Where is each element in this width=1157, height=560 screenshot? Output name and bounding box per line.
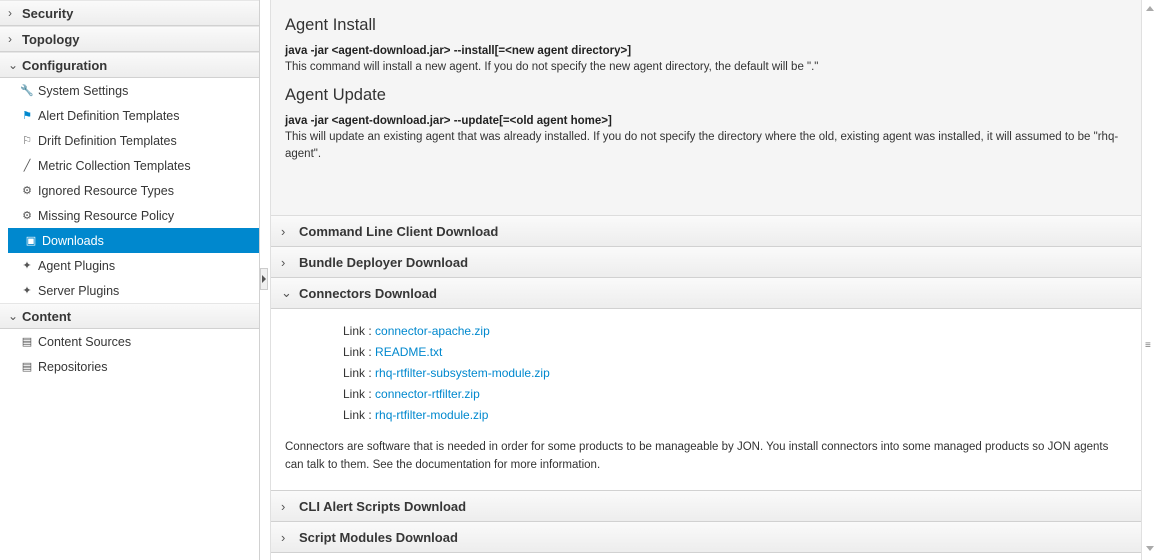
flag-icon: ⚑ xyxy=(22,110,32,122)
sidebar-item-repositories[interactable]: ▤ Repositories xyxy=(0,354,259,379)
sidebar-collapse-handle[interactable] xyxy=(260,268,268,290)
chevron-right-icon: › xyxy=(281,254,286,270)
panel-cli-alert-scripts[interactable]: › CLI Alert Scripts Download xyxy=(271,491,1141,522)
list-item: Link : rhq-rtfilter-module.zip xyxy=(343,405,1127,426)
sidebar-item-label: Agent Plugins xyxy=(38,258,116,273)
download-link-connector-apache[interactable]: connector-apache.zip xyxy=(375,324,490,338)
list-item: Link : connector-apache.zip xyxy=(343,321,1127,342)
panel-label: Command Line Client Download xyxy=(299,223,499,239)
chevron-right-icon: › xyxy=(281,498,286,514)
connectors-description: Connectors are software that is needed i… xyxy=(285,441,1109,471)
scroll-up-arrow-icon[interactable] xyxy=(1146,6,1154,11)
chevron-down-icon: ⌄ xyxy=(8,58,19,72)
wrench-icon: 🔧 xyxy=(20,85,34,97)
sidebar-item-label: Ignored Resource Types xyxy=(38,183,174,198)
sidebar-item-server-plugins[interactable]: ✦ Server Plugins xyxy=(0,278,259,303)
chevron-right-icon: › xyxy=(281,529,286,545)
sidebar-item-agent-plugins[interactable]: ✦ Agent Plugins xyxy=(0,253,259,278)
gear-icon: ⚙ xyxy=(22,185,32,197)
gear-icon: ⚙ xyxy=(22,210,32,222)
link-prefix: Link : xyxy=(343,366,372,380)
agent-install-description: This command will install a new agent. I… xyxy=(285,61,819,73)
main-content: Agent Install java -jar <agent-download.… xyxy=(270,0,1142,560)
section-content[interactable]: ⌄ Content xyxy=(0,303,259,329)
sidebar: › Security › Topology ⌄ Configuration 🔧 … xyxy=(0,0,260,560)
sidebar-item-ignored-resource-types[interactable]: ⚙ Ignored Resource Types xyxy=(0,178,259,203)
section-label: Content xyxy=(22,308,72,324)
agent-install-command: java -jar <agent-download.jar> --install… xyxy=(285,45,632,57)
list-item: Link : README.txt xyxy=(343,342,1127,363)
plugin-icon: ✦ xyxy=(22,285,32,297)
sidebar-item-label: System Settings xyxy=(38,83,129,98)
download-link-rtfilter-subsystem-module[interactable]: rhq-rtfilter-subsystem-module.zip xyxy=(375,366,550,380)
chevron-right-icon: › xyxy=(8,6,12,20)
chevron-down-icon: ⌄ xyxy=(8,309,19,323)
link-prefix: Link : xyxy=(343,387,372,401)
download-link-connector-rtfilter[interactable]: connector-rtfilter.zip xyxy=(375,387,480,401)
sidebar-item-label: Content Sources xyxy=(38,334,132,349)
link-prefix: Link : xyxy=(343,345,372,359)
agent-install-title: Agent Install xyxy=(285,16,376,34)
section-label: Configuration xyxy=(22,57,108,73)
scroll-down-arrow-icon[interactable] xyxy=(1146,546,1154,551)
agent-update-title: Agent Update xyxy=(285,86,386,104)
connector-links: Link : connector-apache.zip Link : READM… xyxy=(285,321,1127,426)
connectors-body: Link : connector-apache.zip Link : READM… xyxy=(271,309,1141,491)
drift-flag-icon: ⚐ xyxy=(22,135,32,147)
panel-script-modules[interactable]: › Script Modules Download xyxy=(271,522,1141,553)
sidebar-item-label: Missing Resource Policy xyxy=(38,208,175,223)
link-prefix: Link : xyxy=(343,408,372,422)
panel-label: CLI Alert Scripts Download xyxy=(299,498,467,514)
sidebar-item-label: Drift Definition Templates xyxy=(38,133,177,148)
list-item: Link : rhq-rtfilter-subsystem-module.zip xyxy=(343,363,1127,384)
agent-info-panel: Agent Install java -jar <agent-download.… xyxy=(271,0,1141,216)
box-icon: ▤ xyxy=(21,336,33,348)
vertical-scrollbar[interactable]: ≡ xyxy=(1142,0,1157,560)
section-security[interactable]: › Security xyxy=(0,0,259,26)
panel-command-line-client[interactable]: › Command Line Client Download xyxy=(271,216,1141,247)
section-configuration[interactable]: ⌄ Configuration xyxy=(0,52,259,78)
agent-update-description: This will update an existing agent that … xyxy=(285,131,1119,160)
chevron-right-icon: › xyxy=(8,32,12,46)
sidebar-item-downloads[interactable]: ▣ Downloads xyxy=(8,228,259,253)
panel-label: Script Modules Download xyxy=(299,529,458,545)
sidebar-item-content-sources[interactable]: ▤ Content Sources xyxy=(0,329,259,354)
sidebar-item-alert-definition-templates[interactable]: ⚑ Alert Definition Templates xyxy=(0,103,259,128)
plugin-icon: ✦ xyxy=(22,260,32,272)
section-label: Topology xyxy=(22,31,80,47)
section-topology[interactable]: › Topology xyxy=(0,26,259,52)
download-icon: ▣ xyxy=(25,235,37,247)
sidebar-item-missing-resource-policy[interactable]: ⚙ Missing Resource Policy xyxy=(0,203,259,228)
chevron-right-icon: › xyxy=(281,223,286,239)
list-item: Link : connector-rtfilter.zip xyxy=(343,384,1127,405)
panel-connectors[interactable]: ⌄ Connectors Download xyxy=(271,278,1141,309)
sidebar-item-drift-definition-templates[interactable]: ⚐ Drift Definition Templates xyxy=(0,128,259,153)
sidebar-item-system-settings[interactable]: 🔧 System Settings xyxy=(0,78,259,103)
box-icon: ▤ xyxy=(21,361,33,373)
scroll-grip-icon[interactable]: ≡ xyxy=(1145,340,1151,351)
sidebar-item-label: Metric Collection Templates xyxy=(38,158,191,173)
section-label: Security xyxy=(22,5,74,21)
agent-update-command: java -jar <agent-download.jar> --update[… xyxy=(285,115,612,127)
panel-label: Bundle Deployer Download xyxy=(299,254,469,270)
panel-label: Connectors Download xyxy=(299,285,437,301)
sidebar-item-label: Downloads xyxy=(42,233,104,248)
link-prefix: Link : xyxy=(343,324,372,338)
panel-bundle-deployer[interactable]: › Bundle Deployer Download xyxy=(271,247,1141,278)
pencil-icon: ╱ xyxy=(23,160,31,172)
sidebar-item-metric-collection-templates[interactable]: ╱ Metric Collection Templates xyxy=(0,153,259,178)
sidebar-item-label: Alert Definition Templates xyxy=(38,108,180,123)
download-link-rtfilter-module[interactable]: rhq-rtfilter-module.zip xyxy=(375,408,488,422)
download-link-readme[interactable]: README.txt xyxy=(375,345,442,359)
sidebar-item-label: Repositories xyxy=(38,359,108,374)
chevron-down-icon: ⌄ xyxy=(281,285,292,300)
sidebar-item-label: Server Plugins xyxy=(38,283,120,298)
